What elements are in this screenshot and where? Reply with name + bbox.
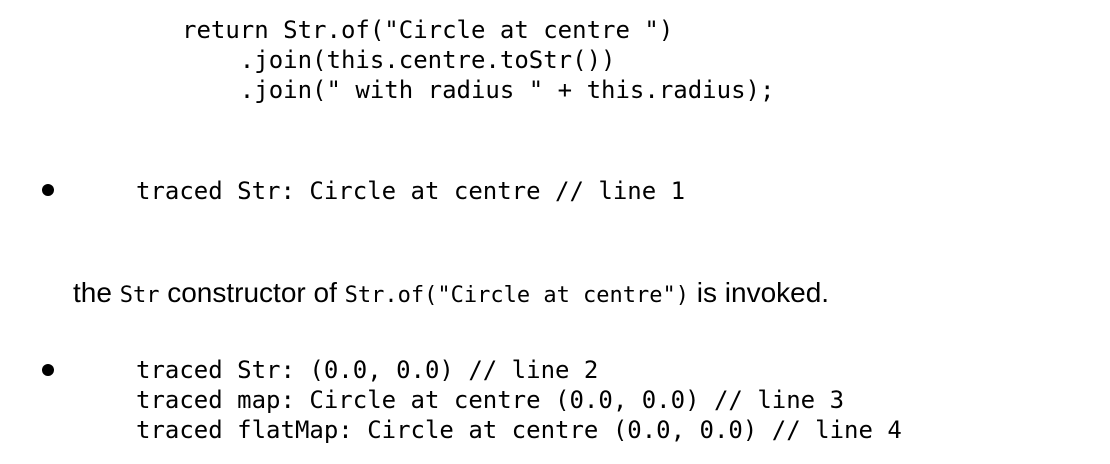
trace-line: traced Str: Circle at centre // line 1 <box>136 177 686 205</box>
code-line: .join(" with radius " + this.radius); <box>182 76 775 104</box>
trace-line: traced flatMap: Circle at centre (0.0, 0… <box>136 416 902 444</box>
paragraph-text: is invoked. <box>689 277 830 308</box>
inline-code: Str.of("Circle at centre") <box>344 283 690 308</box>
bullet-icon <box>42 184 54 196</box>
inline-code: Str <box>119 283 160 308</box>
code-block: return Str.of("Circle at centre ") .join… <box>182 15 774 105</box>
explanation-paragraph: the Str constructor of Str.of("Circle at… <box>73 276 829 313</box>
trace-line: traced map: Circle at centre (0.0, 0.0) … <box>136 386 845 414</box>
trace-output: traced Str: (0.0, 0.0) // line 2 traced m… <box>136 355 902 445</box>
paragraph-text: constructor of <box>159 277 345 308</box>
code-line: .join(this.centre.toStr()) <box>182 46 616 74</box>
trace-line: traced Str: (0.0, 0.0) // line 2 <box>136 356 599 384</box>
bullet-icon <box>42 364 54 376</box>
code-line: return Str.of("Circle at centre ") <box>182 16 674 44</box>
trace-output: traced Str: Circle at centre // line 1 <box>136 176 685 206</box>
paragraph-text: the <box>73 277 120 308</box>
